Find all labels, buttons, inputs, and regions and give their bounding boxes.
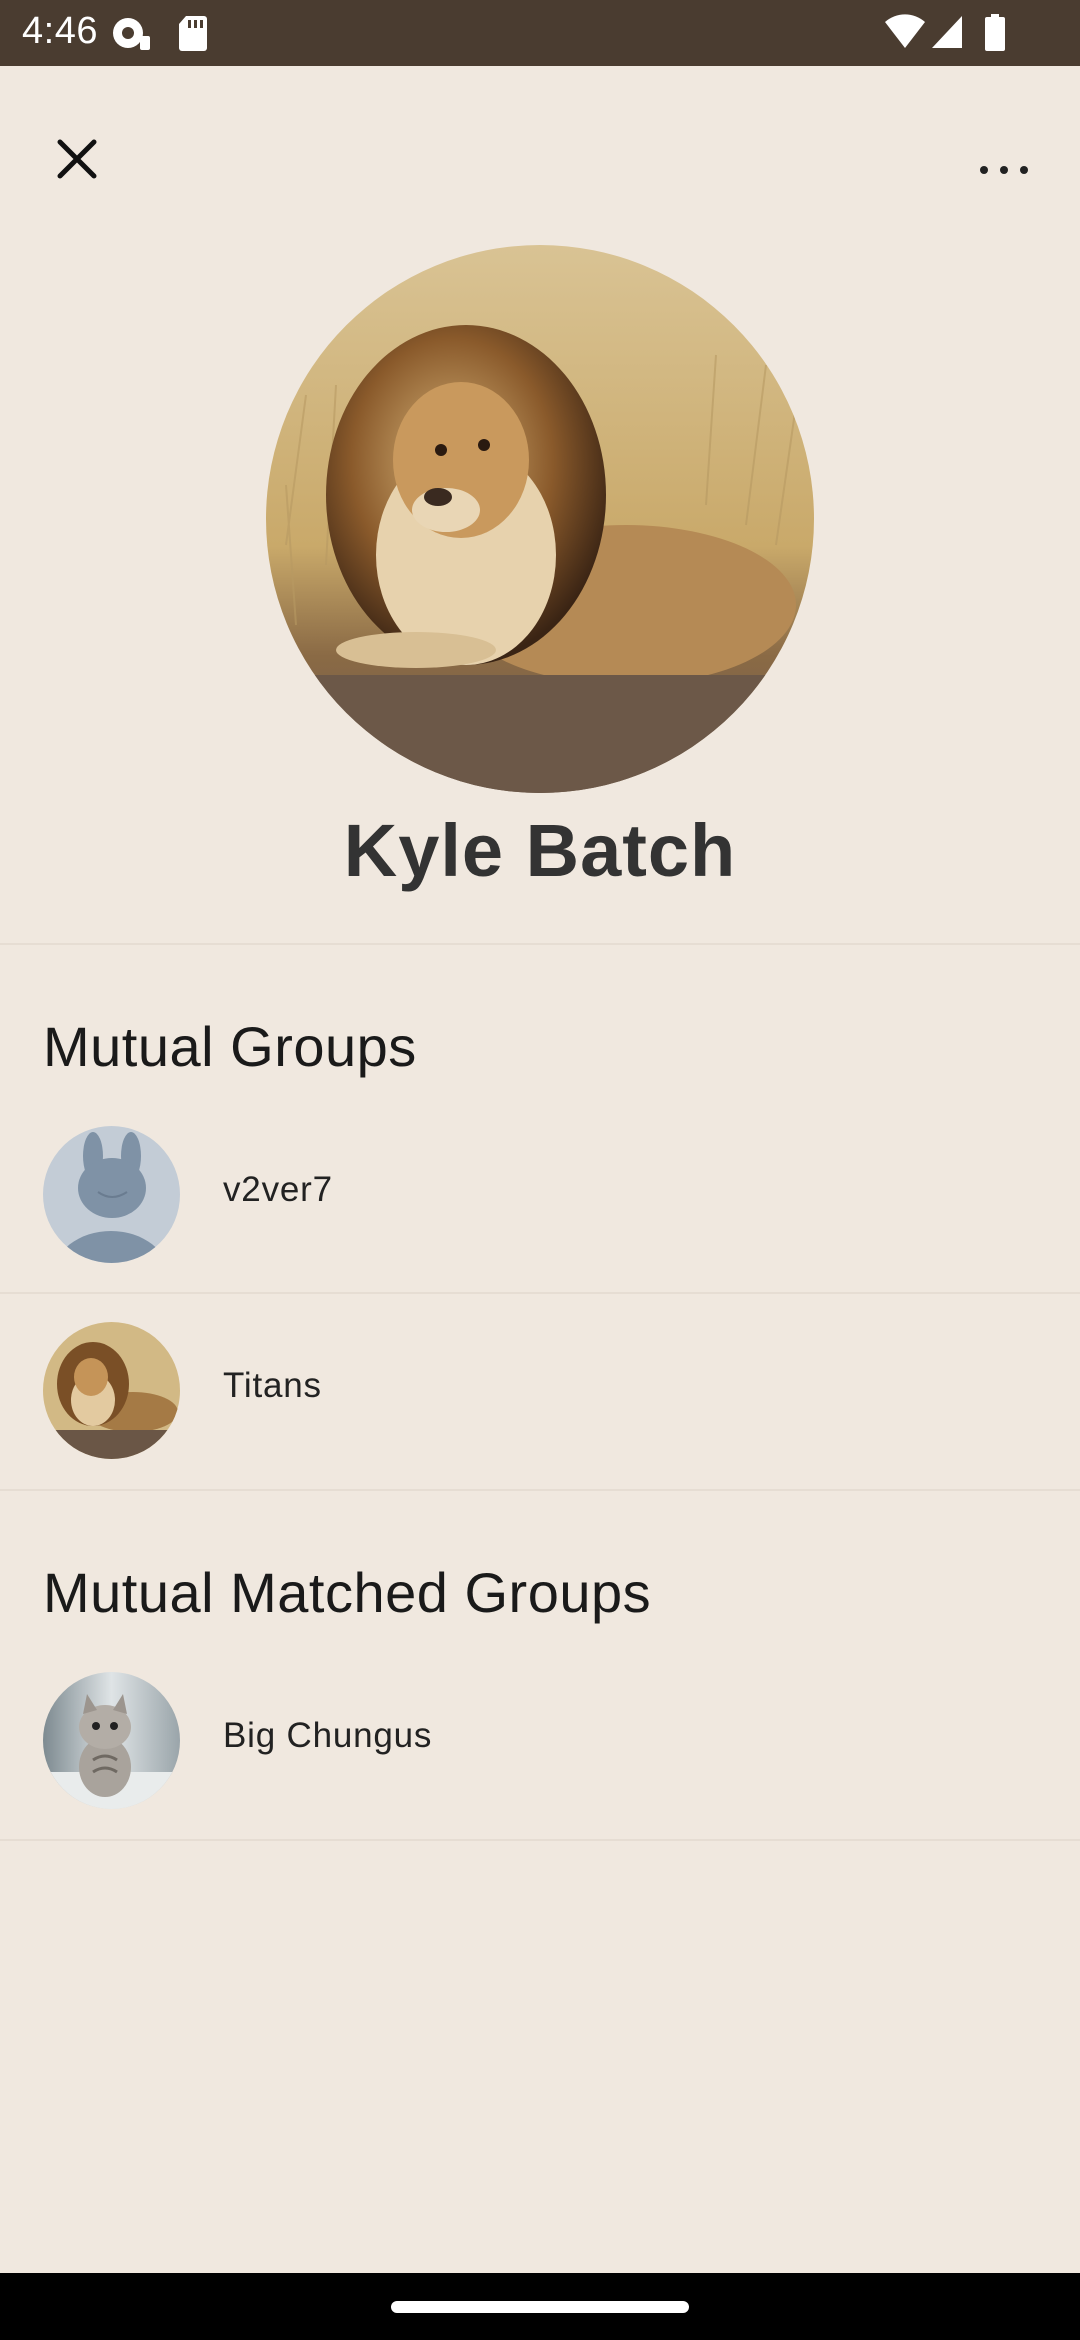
profile-photo[interactable] [266, 245, 814, 793]
close-button[interactable] [46, 128, 108, 190]
close-icon [57, 139, 97, 179]
group-label: v2ver7 [223, 1170, 333, 1209]
default-avatar-placeholder [43, 1126, 180, 1263]
system-navigation-bar [0, 2273, 1080, 2340]
divider [0, 1839, 1080, 1841]
group-label: Big Chungus [223, 1716, 433, 1755]
status-bar: 4:46 [0, 0, 1080, 66]
mutual-matched-groups-heading: Mutual Matched Groups [43, 1561, 652, 1624]
home-gesture-handle[interactable] [391, 2301, 689, 2313]
debug-notification-icon [113, 18, 150, 50]
lion-photo [266, 245, 814, 793]
wifi-icon [885, 14, 925, 48]
divider [0, 1489, 1080, 1491]
group-avatar [43, 1126, 180, 1263]
kitten-photo [43, 1672, 180, 1809]
battery-icon [985, 14, 1005, 51]
more-horizontal-icon [980, 166, 1028, 174]
divider [0, 1292, 1080, 1294]
lion-photo [43, 1322, 180, 1459]
group-avatar [43, 1672, 180, 1809]
mutual-groups-heading: Mutual Groups [43, 1015, 417, 1078]
group-label: Titans [223, 1366, 322, 1405]
more-options-button[interactable] [968, 140, 1040, 200]
cellular-signal-icon [932, 16, 962, 48]
sd-card-icon [179, 16, 207, 51]
status-time: 4:46 [22, 10, 98, 52]
profile-name: Kyle Batch [343, 809, 737, 892]
group-avatar [43, 1322, 180, 1459]
profile-screen: 4:46 Kyle Batch Mutual Groups v2ver7 Tit… [0, 0, 1080, 2340]
divider [0, 943, 1080, 945]
